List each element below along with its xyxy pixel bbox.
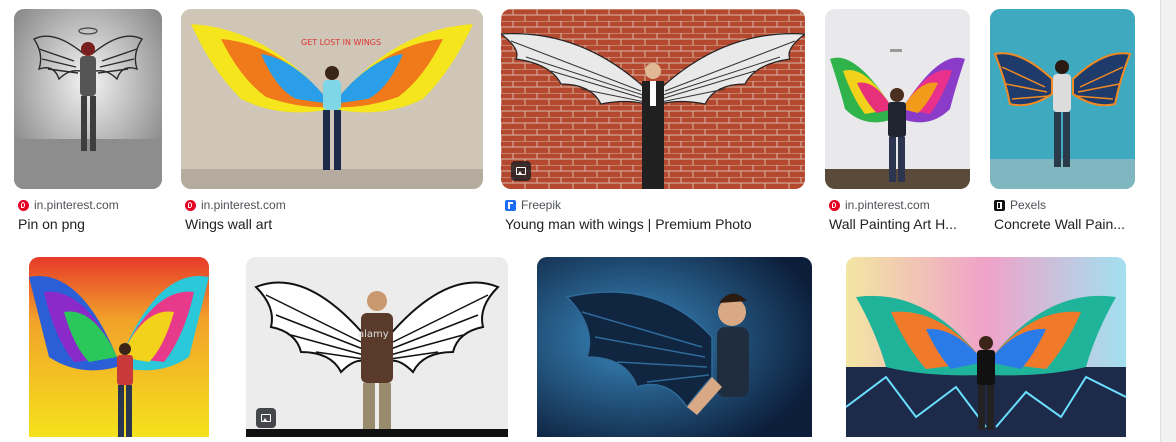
result-title-2[interactable]: Wings wall art [185,216,483,232]
result-card-3[interactable]: Freepik Young man with wings | Premium P… [501,9,805,234]
result-card-7[interactable]: alamy [246,257,508,442]
source-label: Freepik [521,198,562,212]
result-source-1[interactable]: in.pinterest.com [18,198,119,212]
result-card-9[interactable] [846,257,1126,442]
result-image-7[interactable]: alamy [246,257,508,437]
source-label: in.pinterest.com [34,198,119,212]
freepik-icon [505,199,516,211]
source-label: in.pinterest.com [845,198,930,212]
result-image-2[interactable]: GET LOST IN WINGS [181,9,483,189]
pinterest-icon [185,199,196,211]
result-image-1[interactable] [14,9,162,189]
image-badge-icon [511,161,531,181]
source-label: in.pinterest.com [201,198,286,212]
result-image-3[interactable] [501,9,805,189]
result-source-3[interactable]: Freepik [505,198,561,212]
pinterest-icon [829,199,840,211]
result-title-4[interactable]: Wall Painting Art H... [829,216,970,232]
svg-text:alamy: alamy [358,329,389,340]
result-title-3[interactable]: Young man with wings | Premium Photo [505,216,805,232]
result-card-5[interactable]: Pexels Concrete Wall Pain... [990,9,1135,234]
result-image-9[interactable] [846,257,1126,437]
result-card-8[interactable] [537,257,812,442]
result-title-1[interactable]: Pin on png [18,216,162,232]
result-image-6[interactable] [29,257,209,437]
result-source-4[interactable]: in.pinterest.com [829,198,930,212]
result-source-5[interactable]: Pexels [994,198,1046,212]
result-card-6[interactable] [29,257,209,442]
result-image-8[interactable] [537,257,812,437]
source-label: Pexels [1010,198,1047,212]
result-source-2[interactable]: in.pinterest.com [185,198,286,212]
image-badge-icon [256,408,276,428]
result-card-4[interactable]: in.pinterest.com Wall Painting Art H... [825,9,970,234]
result-card-2[interactable]: GET LOST IN WINGS in.pinterest.com Wings… [181,9,483,234]
result-image-4[interactable] [825,9,970,189]
result-title-5[interactable]: Concrete Wall Pain... [994,216,1135,232]
pexels-icon [994,199,1005,211]
pinterest-icon [18,199,29,211]
vertical-scrollbar[interactable] [1160,0,1176,442]
result-card-1[interactable]: in.pinterest.com Pin on png [14,9,162,234]
result-image-5[interactable] [990,9,1135,189]
svg-text:GET LOST IN WINGS: GET LOST IN WINGS [301,38,381,47]
